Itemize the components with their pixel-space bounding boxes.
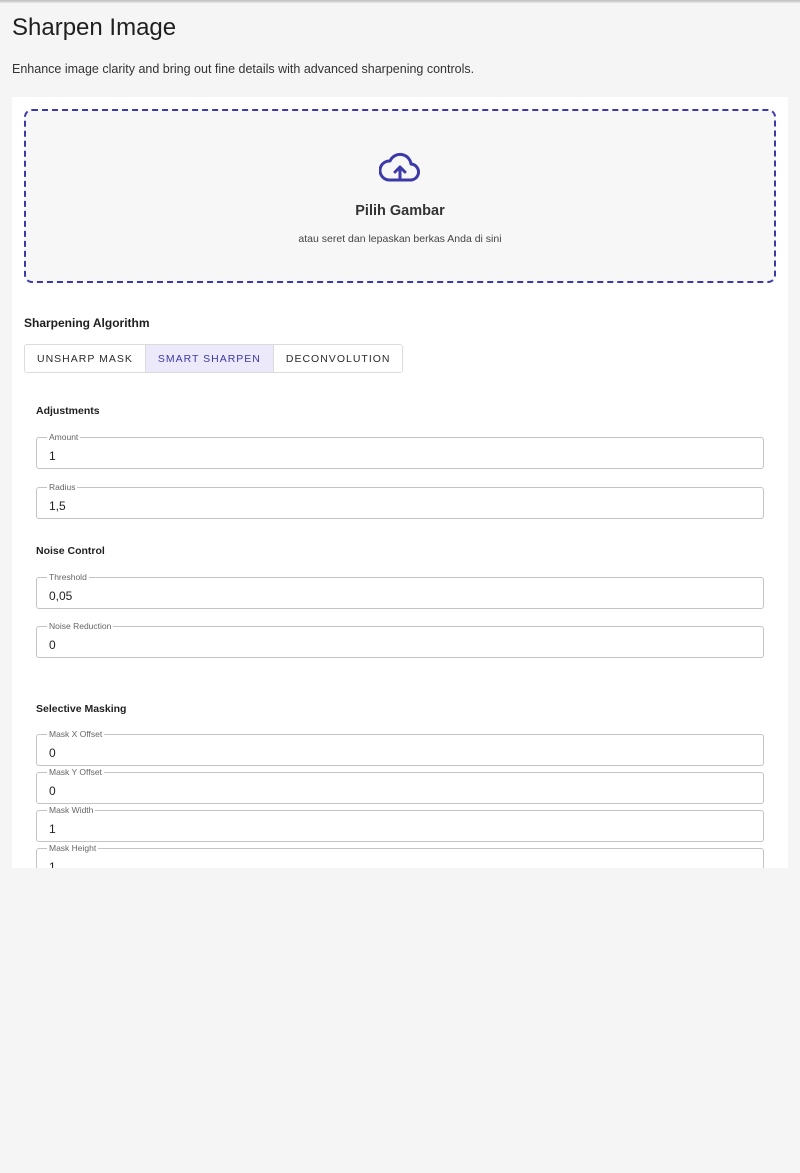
radius-input[interactable] <box>37 488 763 518</box>
radius-field[interactable]: Radius <box>36 481 764 519</box>
page-title: Sharpen Image <box>12 14 177 41</box>
noise-reduction-field[interactable]: Noise Reduction <box>36 620 764 658</box>
mask-x-offset-field[interactable]: Mask X Offset <box>36 728 764 766</box>
adjustments-heading: Adjustments <box>36 405 100 417</box>
mask-height-field[interactable]: Mask Height <box>36 842 764 868</box>
mask-y-offset-field[interactable]: Mask Y Offset <box>36 766 764 804</box>
page-subtitle: Enhance image clarity and bring out fine… <box>12 62 475 76</box>
settings-card: Pilih Gambar atau seret dan lepaskan ber… <box>12 97 788 868</box>
noise-reduction-input[interactable] <box>37 627 763 657</box>
mask-x-offset-input[interactable] <box>37 735 763 765</box>
dropzone-title: Pilih Gambar <box>355 203 445 219</box>
cloud-upload-icon <box>379 152 420 182</box>
threshold-input[interactable] <box>37 578 763 608</box>
top-shadow <box>0 0 800 3</box>
tab-unsharp-mask[interactable]: UNSHARP MASK <box>25 345 145 372</box>
image-dropzone[interactable]: Pilih Gambar atau seret dan lepaskan ber… <box>24 109 776 283</box>
amount-field[interactable]: Amount <box>36 431 764 469</box>
threshold-field[interactable]: Threshold <box>36 571 764 609</box>
noise-control-heading: Noise Control <box>36 545 105 557</box>
dropzone-hint: atau seret dan lepaskan berkas Anda di s… <box>298 233 502 245</box>
algorithm-tabs: UNSHARP MASK SMART SHARPEN DECONVOLUTION <box>24 344 404 373</box>
amount-input[interactable] <box>37 438 763 468</box>
mask-width-input[interactable] <box>37 811 763 841</box>
mask-height-input[interactable] <box>37 849 763 868</box>
mask-width-field[interactable]: Mask Width <box>36 804 764 842</box>
algorithm-heading: Sharpening Algorithm <box>24 316 150 330</box>
mask-y-offset-input[interactable] <box>37 773 763 803</box>
tab-deconvolution[interactable]: DECONVOLUTION <box>272 345 403 372</box>
selective-masking-heading: Selective Masking <box>36 703 127 715</box>
tab-smart-sharpen[interactable]: SMART SHARPEN <box>144 345 273 372</box>
